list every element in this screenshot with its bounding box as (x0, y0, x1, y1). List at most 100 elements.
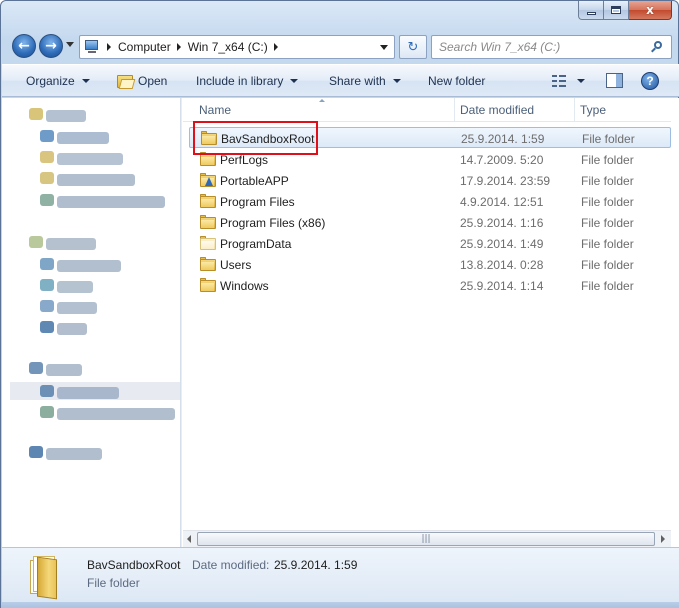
table-row[interactable]: PortableAPP 17.9.2014. 23:59 File folder (189, 170, 671, 191)
share-with-label: Share with (329, 74, 386, 88)
horizontal-scrollbar[interactable]: ||| (183, 530, 671, 547)
column-divider[interactable] (454, 98, 455, 122)
views-dropdown-icon[interactable] (577, 79, 585, 83)
folder-app-icon (200, 173, 216, 187)
open-button[interactable]: Open (117, 74, 167, 88)
nav-item[interactable] (46, 110, 86, 122)
nav-item[interactable] (57, 260, 121, 272)
table-row[interactable]: Users 13.8.2014. 0:28 File folder (189, 254, 671, 275)
breadcrumb-drive[interactable]: Win 7_x64 (C:) (188, 40, 268, 54)
file-date: 25.9.2014. 1:59 (461, 132, 545, 146)
include-in-library-label: Include in library (196, 74, 284, 88)
minimize-button[interactable] (578, 1, 604, 20)
table-row[interactable]: Program Files 4.9.2014. 12:51 File folde… (189, 191, 671, 212)
nav-item[interactable] (46, 448, 102, 460)
details-date-label: Date modified: (192, 558, 270, 572)
forward-button[interactable]: → (39, 34, 63, 58)
address-bar[interactable]: Computer Win 7_x64 (C:) (79, 35, 395, 59)
file-date: 14.7.2009. 5:20 (460, 153, 544, 167)
refresh-icon: ↻ (407, 39, 419, 55)
nav-item[interactable] (57, 281, 93, 293)
nav-item[interactable] (46, 238, 96, 250)
scroll-right-icon[interactable] (661, 535, 665, 543)
details-file-type: File folder (87, 576, 140, 590)
include-in-library-button[interactable]: Include in library (196, 74, 299, 88)
refresh-button[interactable]: ↻ (399, 35, 427, 59)
nav-item-icon (40, 385, 54, 397)
nav-item[interactable] (57, 174, 135, 186)
nav-item[interactable] (57, 323, 87, 335)
caption-buttons: x (578, 1, 672, 22)
file-name: Program Files (x86) (220, 216, 326, 230)
organize-button[interactable]: Organize (26, 74, 90, 88)
change-view-icon[interactable] (552, 74, 568, 88)
chevron-down-icon (290, 79, 299, 83)
table-row[interactable]: ProgramData 25.9.2014. 1:49 File folder (189, 233, 671, 254)
column-header-row: Name Date modified Type (183, 98, 671, 122)
maximize-icon (611, 6, 621, 14)
large-folder-icon (27, 552, 61, 600)
file-name: BavSandboxRoot (221, 132, 315, 146)
back-button[interactable]: ← (12, 34, 36, 58)
table-row[interactable]: Program Files (x86) 25.9.2014. 1:16 File… (189, 212, 671, 233)
nav-item[interactable] (57, 302, 97, 314)
breadcrumb-separator-icon[interactable] (273, 43, 278, 51)
share-with-button[interactable]: Share with (329, 74, 401, 88)
vertical-scroll-gutter (671, 98, 679, 547)
nav-item[interactable] (46, 364, 82, 376)
file-type: File folder (581, 153, 634, 167)
table-row[interactable]: Windows 25.9.2014. 1:14 File folder (189, 275, 671, 296)
search-icon[interactable] (651, 41, 663, 53)
nav-item[interactable] (57, 387, 119, 399)
scrollbar-thumb[interactable]: ||| (197, 532, 655, 546)
file-name: Windows (220, 279, 269, 293)
nav-network-icon (29, 446, 43, 458)
nav-favorite-icon (29, 108, 43, 120)
search-placeholder: Search Win 7_x64 (C:) (439, 40, 561, 54)
column-header-name[interactable]: Name (199, 103, 231, 117)
column-header-type[interactable]: Type (580, 103, 606, 117)
back-arrow-icon: ← (18, 38, 30, 54)
column-divider[interactable] (574, 98, 575, 122)
pane-splitter[interactable] (180, 98, 182, 547)
nav-item[interactable] (57, 153, 123, 165)
folder-icon (200, 194, 216, 208)
nav-item[interactable] (57, 132, 109, 144)
window-bottom-border (1, 602, 679, 608)
recent-pages-dropdown[interactable] (66, 42, 74, 47)
chevron-down-icon (392, 79, 401, 83)
nav-item-icon (40, 321, 54, 333)
nav-item[interactable] (57, 408, 175, 420)
preview-pane-icon[interactable] (606, 73, 623, 88)
new-folder-button[interactable]: New folder (428, 74, 485, 88)
minimize-icon (586, 11, 596, 15)
nav-computer-icon (29, 362, 43, 374)
folder-icon (200, 152, 216, 166)
navigation-bar: ← → Computer Win 7_x64 (C:) ↻ Search Win… (9, 32, 672, 60)
scroll-left-icon[interactable] (187, 535, 191, 543)
details-date-value: 25.9.2014. 1:59 (274, 558, 358, 572)
search-input[interactable]: Search Win 7_x64 (C:) (431, 35, 672, 59)
file-date: 13.8.2014. 0:28 (460, 258, 544, 272)
file-type: File folder (581, 174, 634, 188)
details-file-name: BavSandboxRoot (87, 558, 181, 572)
navigation-pane[interactable] (2, 98, 180, 547)
table-row[interactable]: BavSandboxRoot 25.9.2014. 1:59 File fold… (189, 127, 671, 148)
nav-item[interactable] (57, 196, 165, 208)
table-row[interactable]: PerfLogs 14.7.2009. 5:20 File folder (189, 149, 671, 170)
file-name: Program Files (220, 195, 295, 209)
help-icon[interactable]: ? (641, 72, 659, 90)
maximize-button[interactable] (604, 1, 629, 20)
breadcrumb-separator-icon[interactable] (107, 43, 111, 51)
breadcrumb-computer[interactable]: Computer (118, 40, 171, 54)
column-header-date-modified[interactable]: Date modified (460, 103, 534, 117)
file-date: 25.9.2014. 1:49 (460, 237, 544, 251)
address-history-dropdown[interactable] (376, 36, 392, 58)
file-date: 4.9.2014. 12:51 (460, 195, 544, 209)
breadcrumb-separator-icon[interactable] (176, 43, 181, 51)
file-date: 17.9.2014. 23:59 (460, 174, 551, 188)
file-date: 25.9.2014. 1:16 (460, 216, 544, 230)
close-button[interactable]: x (629, 1, 672, 20)
nav-item-icon (40, 172, 54, 184)
computer-icon (83, 39, 101, 55)
